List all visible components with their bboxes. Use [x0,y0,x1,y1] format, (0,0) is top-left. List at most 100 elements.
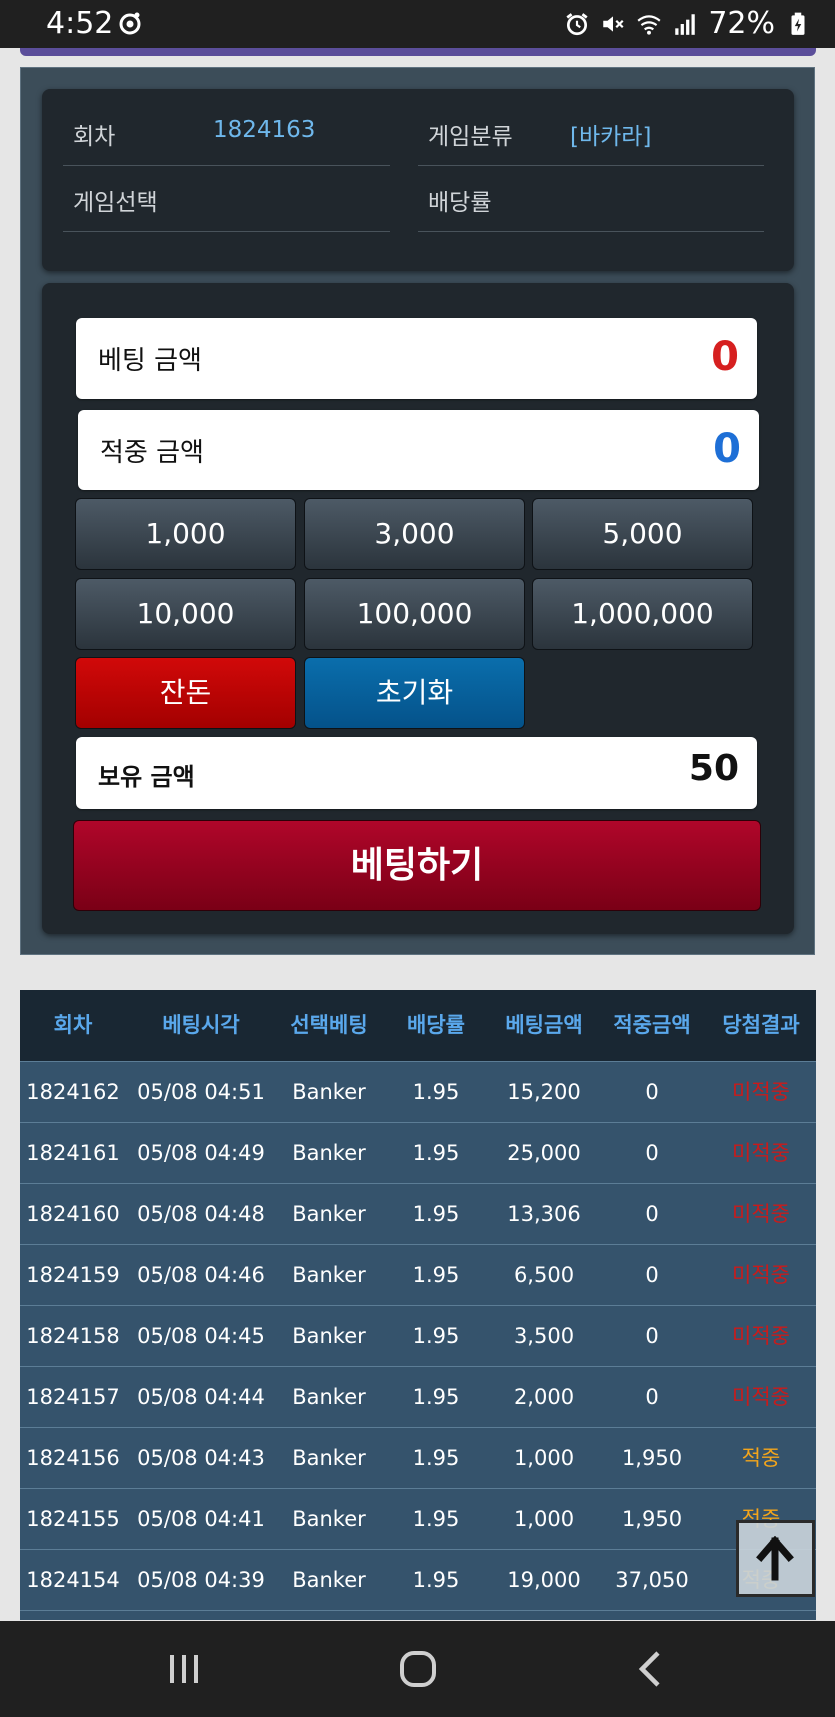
cell-odds: 1.95 [412,1385,460,1409]
recent-apps-icon[interactable] [160,1645,208,1693]
column-header-result: 당첨결과 [722,1013,800,1037]
bet-amount-value: 0 [711,334,739,380]
table-row: 1824162 05/08 04:51 Banker 1.95 15,200 0… [20,1061,816,1122]
chip-5000-button[interactable]: 5,000 [532,498,753,570]
table-row [20,1610,816,1620]
cell-time: 05/08 04:43 [137,1446,265,1470]
back-icon[interactable] [628,1645,676,1693]
cell-win: 0 [645,1385,659,1409]
column-header-odds: 배당률 [407,1013,465,1037]
cell-result: 미적중 [732,1263,790,1287]
cell-round: 1824157 [26,1385,120,1409]
cell-pick: Banker [292,1080,366,1104]
cell-pick: Banker [292,1263,366,1287]
cell-win: 0 [645,1202,659,1226]
cell-win: 0 [645,1324,659,1348]
header-strip [20,48,816,56]
table-row: 1824159 05/08 04:46 Banker 1.95 6,500 0 … [20,1244,816,1305]
round-label: 회차 [73,124,116,150]
cell-bet: 1,000 [513,1507,575,1531]
round-value: 1824163 [213,117,316,143]
change-button[interactable]: 잔돈 [75,657,296,729]
cell-win: 1,950 [621,1507,683,1531]
cell-time: 05/08 04:45 [137,1324,265,1348]
cell-result: 적중 [741,1446,781,1470]
status-icons: 72% [564,6,811,41]
cell-bet: 25,000 [507,1141,581,1165]
cell-bet: 19,000 [507,1568,581,1592]
cell-result: 미적중 [732,1080,790,1104]
table-header: 회차 베팅시각 선택베팅 배당률 베팅금액 적중금액 당첨결과 [20,990,816,1061]
column-header-win: 적중금액 [613,1013,691,1037]
cell-bet: 1,000 [513,1446,575,1470]
bet-amount-field: 베팅 금액 0 [76,318,757,399]
cell-pick: Banker [292,1141,366,1165]
table-row: 1824158 05/08 04:45 Banker 1.95 3,500 0 … [20,1305,816,1366]
cell-odds: 1.95 [412,1080,460,1104]
category-value: [바카라] [570,124,652,150]
cell-round: 1824155 [26,1507,120,1531]
cell-bet: 2,000 [513,1385,575,1409]
win-amount-value: 0 [713,426,741,472]
game-select-cell: 게임선택 [63,165,390,232]
cell-pick: Banker [292,1385,366,1409]
chip-3000-button[interactable]: 3,000 [304,498,525,570]
game-info-box: 회차 1824163 게임분류 [바카라] 게임선택 배당률 [42,89,794,271]
cell-time: 05/08 04:49 [137,1141,265,1165]
category-cell: 게임분류 [바카라] [418,99,764,166]
place-bet-button[interactable]: 베팅하기 [73,820,761,911]
clock: 4:52 [46,6,114,41]
cell-result: 미적중 [732,1385,790,1409]
cell-time: 05/08 04:41 [137,1507,265,1531]
cell-pick: Banker [292,1324,366,1348]
balance-field: 보유 금액 50 [76,737,757,809]
category-label: 게임분류 [428,124,513,150]
cell-round: 1824156 [26,1446,120,1470]
table-row: 1824154 05/08 04:39 Banker 1.95 19,000 3… [20,1549,816,1610]
cell-odds: 1.95 [412,1324,460,1348]
cell-win: 37,050 [615,1568,689,1592]
battery-percent: 72% [708,6,775,41]
game-select-label: 게임선택 [73,190,158,216]
cell-round: 1824159 [26,1263,120,1287]
cell-pick: Banker [292,1446,366,1470]
chip-1000-button[interactable]: 1,000 [75,498,296,570]
table-row: 1824155 05/08 04:41 Banker 1.95 1,000 1,… [20,1488,816,1549]
odds-label: 배당률 [428,190,492,216]
cell-result: 미적중 [732,1324,790,1348]
cell-odds: 1.95 [412,1568,460,1592]
chip-100000-button[interactable]: 100,000 [304,578,525,650]
table-row: 1824161 05/08 04:49 Banker 1.95 25,000 0… [20,1122,816,1183]
cell-pick: Banker [292,1568,366,1592]
cell-win: 0 [645,1141,659,1165]
cell-time: 05/08 04:48 [137,1202,265,1226]
chip-10000-button[interactable]: 10,000 [75,578,296,650]
cell-time: 05/08 04:51 [137,1080,265,1104]
home-icon[interactable] [394,1645,442,1693]
balance-label: 보유 금액 [98,763,195,791]
android-nav-bar [0,1621,835,1717]
cell-bet: 13,306 [507,1202,581,1226]
cell-time: 05/08 04:39 [137,1568,265,1592]
cell-pick: Banker [292,1507,366,1531]
table-row: 1824157 05/08 04:44 Banker 1.95 2,000 0 … [20,1366,816,1427]
cell-bet: 3,500 [513,1324,575,1348]
table-row: 1824160 05/08 04:48 Banker 1.95 13,306 0… [20,1183,816,1244]
cell-bet: 15,200 [507,1080,581,1104]
column-header-time: 베팅시각 [162,1013,240,1037]
cell-win: 0 [645,1080,659,1104]
cell-pick: Banker [292,1202,366,1226]
chip-1000000-button[interactable]: 1,000,000 [532,578,753,650]
cell-round: 1824161 [26,1141,120,1165]
cell-win: 1,950 [621,1446,683,1470]
scroll-to-top-button[interactable] [736,1520,815,1597]
cell-round: 1824162 [26,1080,120,1104]
record-icon [119,12,141,35]
cell-odds: 1.95 [412,1507,460,1531]
cell-odds: 1.95 [412,1263,460,1287]
mute-icon [603,15,624,32]
reset-button[interactable]: 초기화 [304,657,525,729]
cell-round: 1824158 [26,1324,120,1348]
column-header-bet: 베팅금액 [505,1013,583,1037]
cell-win: 0 [645,1263,659,1287]
